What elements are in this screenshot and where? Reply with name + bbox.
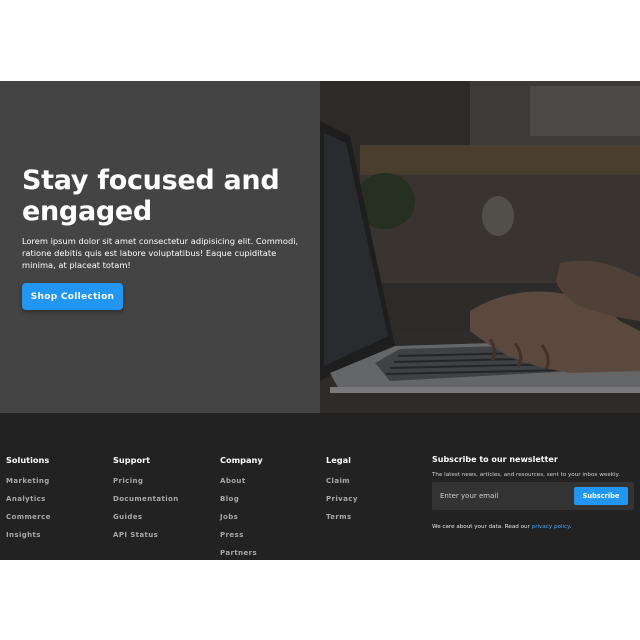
footer-link-privacy[interactable]: Privacy (326, 495, 358, 513)
newsletter-subtitle: The latest news, articles, and resources… (432, 472, 620, 478)
newsletter-form: Subscribe (432, 482, 634, 510)
footer-link-api-status[interactable]: API Status (113, 531, 179, 549)
footer-link-pricing[interactable]: Pricing (113, 477, 179, 495)
hero-description: Lorem ipsum dolor sit amet consectetur a… (22, 236, 299, 270)
newsletter-section: Subscribe to our newsletter The latest n… (432, 455, 634, 530)
footer-link-marketing[interactable]: Marketing (6, 477, 51, 495)
footer-link-analytics[interactable]: Analytics (6, 495, 51, 513)
newsletter-title: Subscribe to our newsletter (432, 455, 558, 464)
footer-link-commerce[interactable]: Commerce (6, 513, 51, 531)
footer-column-company: Company About Blog Jobs Press Partners (220, 455, 263, 567)
privacy-note-prefix: We care about your data. Read our (432, 524, 532, 530)
privacy-note-suffix: . (569, 524, 572, 530)
footer-link-jobs[interactable]: Jobs (220, 513, 263, 531)
footer-link-documentation[interactable]: Documentation (113, 495, 179, 513)
hero-image (320, 81, 640, 413)
footer-link-guides[interactable]: Guides (113, 513, 179, 531)
footer-link-terms[interactable]: Terms (326, 513, 358, 531)
privacy-note: We care about your data. Read our privac… (432, 523, 571, 531)
footer: Solutions Marketing Analytics Commerce I… (0, 413, 640, 560)
footer-column-title: Support (113, 455, 151, 465)
shop-collection-button[interactable]: Shop Collection (22, 283, 123, 310)
hero-section: Stay focused and engaged Lorem ipsum dol… (0, 81, 640, 413)
footer-column-solutions: Solutions Marketing Analytics Commerce I… (6, 455, 51, 549)
page: Stay focused and engaged Lorem ipsum dol… (0, 0, 640, 640)
footer-link-partners[interactable]: Partners (220, 549, 263, 567)
email-input[interactable] (436, 486, 572, 506)
footer-link-blog[interactable]: Blog (220, 495, 263, 513)
footer-column-title: Solutions (6, 455, 50, 465)
laptop-typing-illustration (320, 81, 640, 413)
footer-link-insights[interactable]: Insights (6, 531, 51, 549)
hero-title: Stay focused and engaged (22, 165, 280, 227)
footer-column-legal: Legal Claim Privacy Terms (326, 455, 358, 531)
privacy-policy-link[interactable]: privacy policy (532, 524, 570, 530)
footer-link-claim[interactable]: Claim (326, 477, 358, 495)
hero-content: Stay focused and engaged Lorem ipsum dol… (0, 81, 320, 413)
footer-column-title: Legal (326, 455, 351, 465)
footer-column-support: Support Pricing Documentation Guides API… (113, 455, 179, 549)
footer-column-title: Company (220, 455, 263, 465)
subscribe-button[interactable]: Subscribe (574, 487, 628, 505)
footer-link-about[interactable]: About (220, 477, 263, 495)
footer-link-press[interactable]: Press (220, 531, 263, 549)
